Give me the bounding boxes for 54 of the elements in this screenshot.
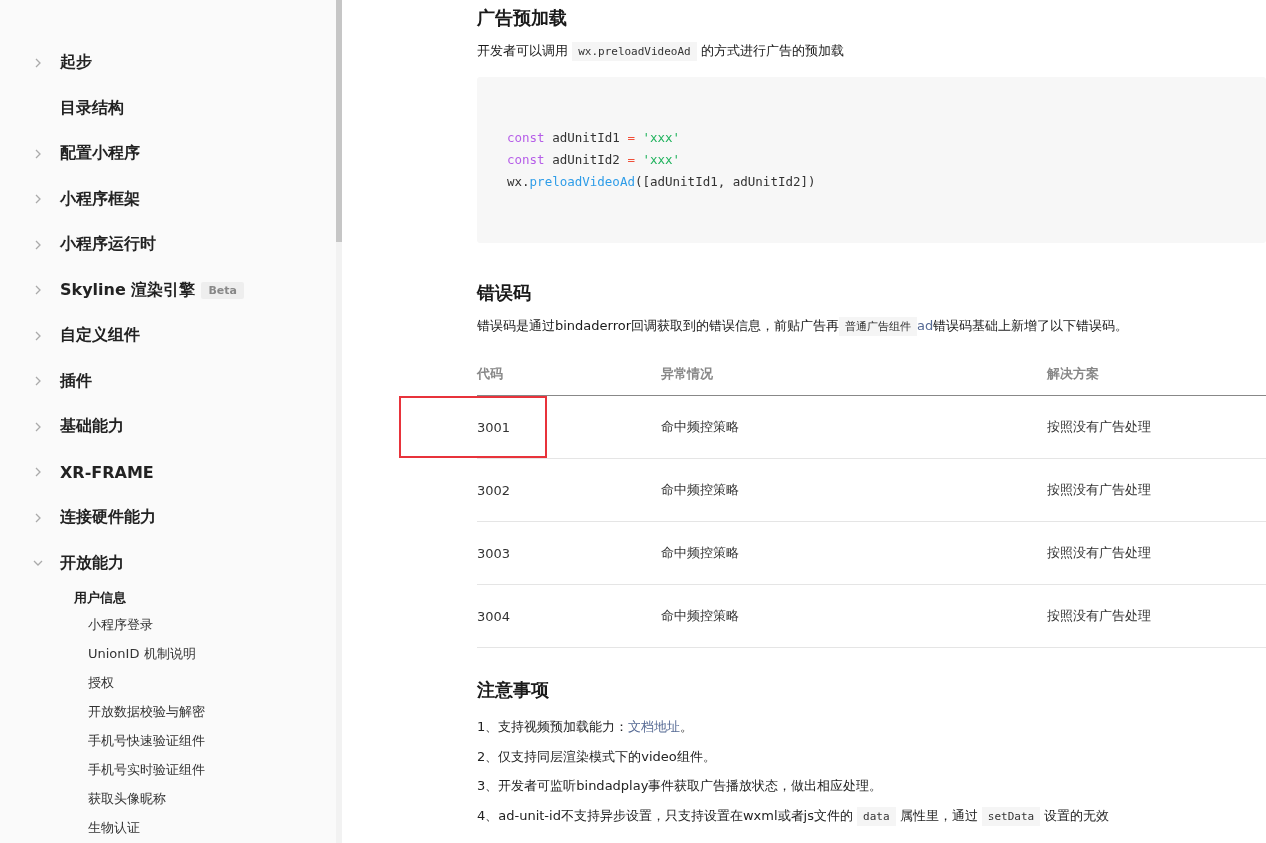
sidebar-item[interactable]: 起步 bbox=[60, 52, 92, 74]
note-item: 4、ad-unit-id不支持异步设置，只支持设置在wxml或者js文件的 data 属性里，通过 setData 设置的无效 bbox=[477, 800, 1266, 831]
sidebar-item[interactable]: 连接硬件能力 bbox=[60, 507, 156, 529]
paragraph: 开发者可以调用 wx.preloadVideoAd 的方式进行广告的预加载 bbox=[477, 40, 1266, 63]
doc-link[interactable]: 文档地址 bbox=[628, 719, 681, 734]
inline-code: 普通广告组件 bbox=[839, 317, 918, 336]
section-heading: 注意事项 bbox=[477, 678, 550, 702]
sidebar-item[interactable]: 小程序框架 bbox=[60, 188, 140, 210]
note-item: 3、开发者可监听bindadplay事件获取广告播放状态，做出相应处理。 bbox=[477, 777, 884, 795]
beta-badge: Beta bbox=[201, 281, 244, 299]
sidebar-item[interactable]: 自定义组件 bbox=[60, 325, 140, 347]
column-header: 异常情况 bbox=[661, 364, 714, 383]
scrollbar[interactable] bbox=[336, 0, 342, 843]
table-cell-text: 命中频控策略 bbox=[661, 418, 740, 436]
table-cell-text: 命中频控策略 bbox=[661, 544, 740, 562]
table-cell-text: 命中频控策略 bbox=[661, 481, 740, 499]
sidebar-item[interactable]: 插件 bbox=[60, 370, 92, 392]
inline-code: wx.preloadVideoAd bbox=[572, 42, 697, 61]
sidebar-item[interactable]: 配置小程序 bbox=[60, 143, 140, 165]
section-heading: 广告预加载 bbox=[477, 6, 568, 30]
table-cell-text: 3004 bbox=[476, 608, 512, 626]
table-cell-text: 按照没有广告处理 bbox=[1047, 481, 1152, 499]
sidebar-item[interactable]: 开放能力 bbox=[60, 552, 124, 574]
sidebar-subitem[interactable]: 生物认证 bbox=[0, 813, 336, 842]
section-heading: 错误码 bbox=[477, 281, 532, 305]
sidebar-subitem[interactable]: 手机号快速验证组件 bbox=[0, 726, 336, 755]
inline-code: setData bbox=[981, 806, 1041, 826]
table-cell-text: 命中频控策略 bbox=[661, 607, 740, 625]
table-cell: 3001 bbox=[399, 396, 547, 458]
sidebar-item[interactable]: 目录结构 bbox=[60, 97, 124, 119]
table-cell-text: 按照没有广告处理 bbox=[1047, 418, 1152, 436]
table-cell-text: 3003 bbox=[476, 545, 512, 563]
sidebar-item[interactable]: 小程序运行时 bbox=[60, 234, 156, 256]
sidebar-group-title: 用户信息 bbox=[73, 589, 127, 607]
note-item: 2、仅支持同层渲染模式下的video组件。 bbox=[477, 747, 717, 766]
sidebar-item[interactable]: 基础能力 bbox=[60, 416, 124, 438]
paragraph: 错误码是通过bindaderror回调获取到的错误信息，前贴广告再 普通广告组件 ad错误码基础上新增了以下错误码。 bbox=[477, 315, 1266, 338]
column-header: 代码 bbox=[477, 364, 504, 383]
sidebar-subitem[interactable]: 获取头像昵称 bbox=[0, 784, 336, 813]
inline-code: data bbox=[857, 806, 896, 826]
sidebar-subitem[interactable]: 手机号实时验证组件 bbox=[0, 755, 336, 784]
sidebar-item[interactable]: XR-FRAME bbox=[60, 462, 154, 482]
sidebar-subitem[interactable]: 授权 bbox=[0, 668, 336, 697]
note-item: 1、支持视频预加载能力：文档地址。 bbox=[477, 718, 695, 736]
code-block: const adUnitId1 = 'xxx' const adUnitId2 = 'xxx' wx.preloadVideoAd([adUnitId1, adUnitId2]) bbox=[477, 77, 1266, 243]
table-cell-text: 3002 bbox=[476, 482, 512, 500]
table-cell-text: 按照没有广告处理 bbox=[1047, 607, 1152, 625]
sidebar-subitem[interactable]: 开放数据校验与解密 bbox=[0, 697, 336, 726]
sidebar-subitem[interactable]: UnionID 机制说明 bbox=[0, 639, 336, 668]
sidebar-subitem[interactable]: 小程序登录 bbox=[0, 610, 336, 639]
table-cell-text: 按照没有广告处理 bbox=[1047, 544, 1152, 562]
column-header: 解决方案 bbox=[1047, 364, 1100, 383]
sidebar-item[interactable]: Skyline 渲染引擎 bbox=[60, 279, 196, 301]
doc-link[interactable]: ad bbox=[917, 318, 934, 333]
